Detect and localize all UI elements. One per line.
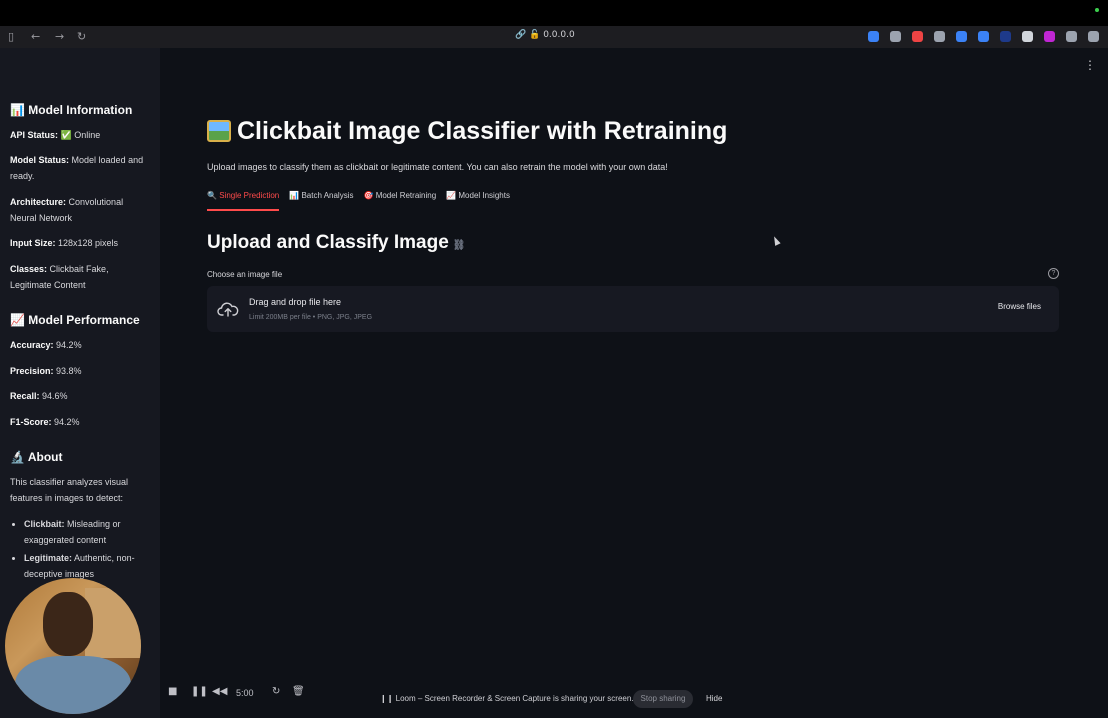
pause-icon[interactable]: ❚❚ xyxy=(191,686,208,697)
accuracy: Accuracy: 94.2% xyxy=(10,340,82,350)
precision: Precision: 93.8% xyxy=(10,366,82,376)
browser-extension-icon[interactable] xyxy=(1088,31,1099,42)
browser-extension-icon[interactable] xyxy=(868,31,879,42)
anchor-link-icon[interactable]: ⛓ xyxy=(453,240,466,251)
framed-picture-icon xyxy=(207,120,231,142)
browser-extension-icon[interactable] xyxy=(978,31,989,42)
sidebar-toggle-icon[interactable]: ▯ xyxy=(8,30,14,43)
recorder-controls: ■ ❚❚ ◀◀ 5:00 ↻ 🗑 xyxy=(160,680,320,708)
main-menu-icon[interactable]: ⋮ xyxy=(1084,58,1096,72)
browser-extension-icon[interactable] xyxy=(956,31,967,42)
browser-toolbar: ▯ ← → ↻ 🔗 🔓 0.0.0.0 xyxy=(0,26,1108,48)
trash-icon[interactable]: 🗑 xyxy=(292,686,305,697)
magnifier-icon: 🔍 xyxy=(207,191,217,200)
section-title: Upload and Classify Image ⛓ xyxy=(207,232,466,253)
page-title: Clickbait Image Classifier with Retraini… xyxy=(207,117,727,146)
model-performance-heading: 📈 Model Performance xyxy=(10,313,140,327)
trend-chart-icon: 📈 xyxy=(10,313,25,327)
back-icon[interactable]: ← xyxy=(31,30,40,43)
trend-chart-icon: 📈 xyxy=(446,191,457,200)
forward-icon[interactable]: → xyxy=(55,30,64,43)
browser-extension-icon[interactable] xyxy=(1044,31,1055,42)
model-status: Model Status: Model loaded and ready. xyxy=(10,155,144,181)
check-icon: ✅ xyxy=(60,130,72,140)
page-subtitle: Upload images to classify them as clickb… xyxy=(207,162,668,172)
browser-extension-icon[interactable] xyxy=(934,31,945,42)
tab-batch-analysis[interactable]: 📊 Batch Analysis xyxy=(289,191,353,211)
webcam-background xyxy=(85,588,141,658)
target-icon: 🎯 xyxy=(363,191,374,200)
file-uploader-label: Choose an image file xyxy=(207,270,283,279)
classes: Classes: Clickbait Fake, Legitimate Cont… xyxy=(10,264,109,290)
address-text: 0.0.0.0 xyxy=(543,30,575,40)
file-dropzone[interactable]: Drag and drop file here Limit 200MB per … xyxy=(207,286,1059,332)
cloud-upload-icon xyxy=(217,302,239,317)
list-item: Clickbait: Misleading or exaggerated con… xyxy=(24,516,154,548)
browser-extension-icon[interactable] xyxy=(890,31,901,42)
stop-icon[interactable]: ■ xyxy=(168,686,177,697)
browser-extension-icon[interactable] xyxy=(1066,31,1077,42)
model-info-heading: 📊 Model Information xyxy=(10,103,133,117)
stop-sharing-button[interactable]: Stop sharing xyxy=(633,690,693,708)
browser-extension-icon[interactable] xyxy=(1022,31,1033,42)
tab-model-insights[interactable]: 📈 Model Insights xyxy=(446,191,510,211)
browser-extension-icon[interactable] xyxy=(1000,31,1011,42)
browse-files-button[interactable]: Browse files xyxy=(990,296,1049,317)
bar-chart-icon: 📊 xyxy=(289,191,300,200)
list-item: Legitimate: Authentic, non-deceptive ima… xyxy=(24,550,154,582)
webcam-shirt xyxy=(15,656,131,714)
reload-icon[interactable]: ↻ xyxy=(77,30,86,43)
dropzone-limit: Limit 200MB per file • PNG, JPG, JPEG xyxy=(249,314,373,321)
tab-model-retraining[interactable]: 🎯 Model Retraining xyxy=(363,191,436,211)
link-icon: 🔗 xyxy=(515,30,527,40)
about-text: This classifier analyzes visual features… xyxy=(10,477,129,503)
os-top-bar xyxy=(0,0,1108,26)
microscope-icon: 🔬 xyxy=(10,450,25,464)
address-bar[interactable]: 🔗 🔓 0.0.0.0 xyxy=(515,30,575,40)
help-icon[interactable]: ? xyxy=(1048,268,1059,279)
api-status: API Status: ✅ Online xyxy=(10,130,101,140)
mouse-cursor xyxy=(771,235,781,246)
webcam-bubble[interactable] xyxy=(5,578,141,714)
tab-bar: 🔍 Single Prediction 📊 Batch Analysis 🎯 M… xyxy=(207,191,520,211)
dropzone-instructions: Drag and drop file here xyxy=(249,297,342,307)
rewind-icon[interactable]: ◀◀ xyxy=(212,686,227,697)
recording-time: 5:00 xyxy=(236,688,254,698)
bar-chart-icon: 📊 xyxy=(10,103,25,117)
hide-button[interactable]: Hide xyxy=(706,694,722,703)
input-size: Input Size: 128x128 pixels xyxy=(10,238,119,248)
about-heading: 🔬 About xyxy=(10,450,63,464)
webcam-person xyxy=(43,592,93,656)
restart-icon[interactable]: ↻ xyxy=(272,686,280,697)
recall: Recall: 94.6% xyxy=(10,391,68,401)
recording-indicator xyxy=(1095,8,1099,12)
architecture: Architecture: Convolutional Neural Netwo… xyxy=(10,197,124,223)
share-message: ❙❙ Loom – Screen Recorder & Screen Captu… xyxy=(380,694,634,703)
insecure-lock-icon: 🔓 xyxy=(529,30,541,40)
browser-extension-icon[interactable] xyxy=(912,31,923,42)
tab-single-prediction[interactable]: 🔍 Single Prediction xyxy=(207,191,280,211)
f1-score: F1-Score: 94.2% xyxy=(10,417,80,427)
about-list: Clickbait: Misleading or exaggerated con… xyxy=(10,516,154,584)
